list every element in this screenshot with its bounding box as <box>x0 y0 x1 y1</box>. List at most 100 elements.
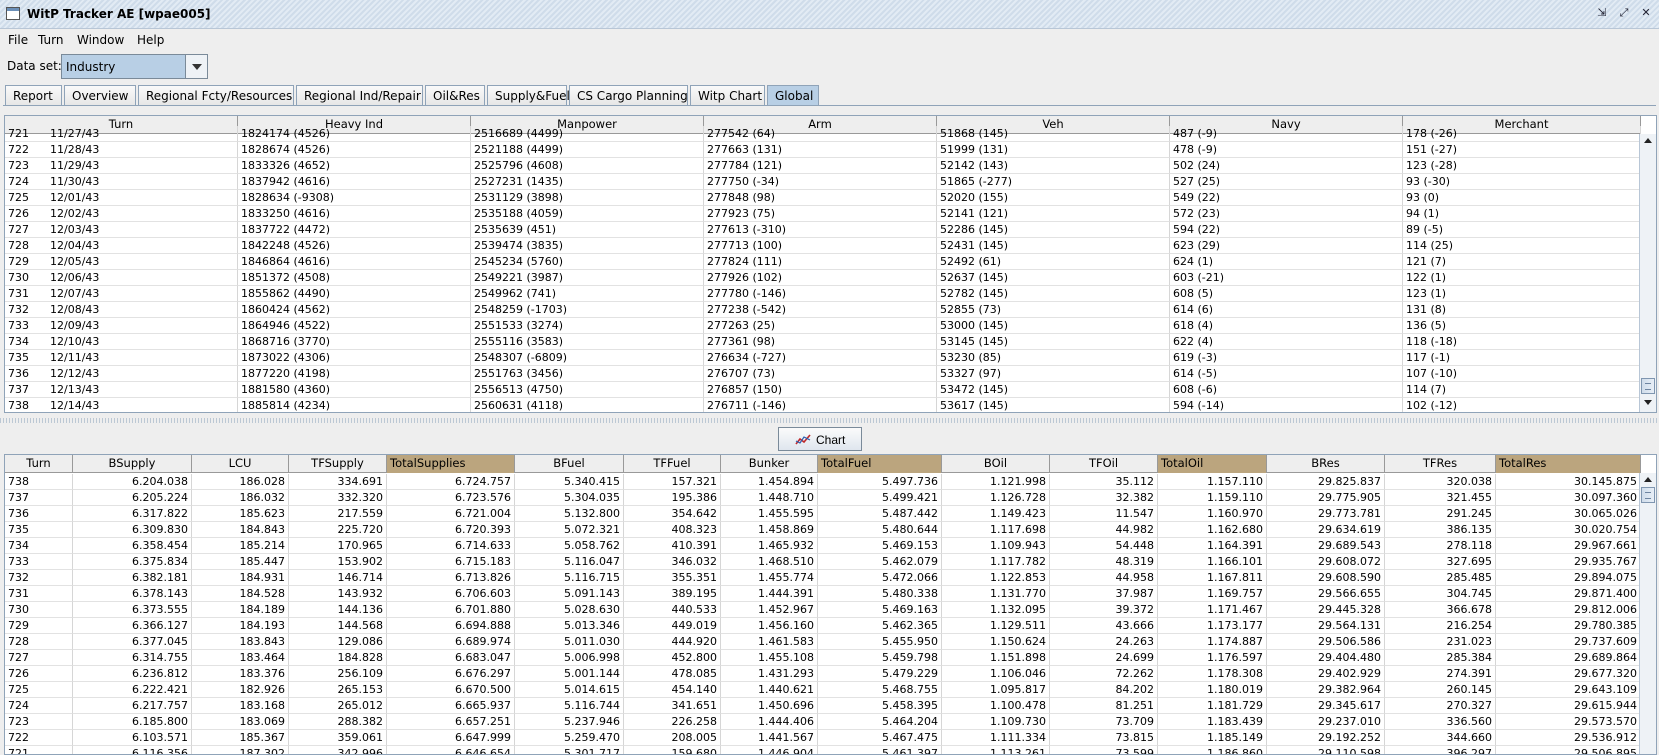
table-row[interactable]: 736 12/12/43 1877220 (4198) 2551763 (3456) 2… <box>5 366 1641 382</box>
tab-global[interactable]: Global <box>767 85 819 106</box>
table-cell: 608 (-6) <box>1170 382 1403 398</box>
scroll-down-icon[interactable] <box>1640 396 1656 410</box>
menu-bar: File Turn Window Help <box>0 29 1659 52</box>
table-row[interactable]: 738 6.204.038 186.028 334.691 6.724.757 5.340… <box>5 474 1641 490</box>
table-cell: 5.467.475 <box>818 730 942 746</box>
tab-regional-ind-repair[interactable]: Regional Ind/Repair <box>296 85 423 106</box>
table-cell: 29.402.929 <box>1267 666 1385 682</box>
table-row[interactable]: 732 12/08/43 1860424 (4562) 2548259 (-1703)… <box>5 302 1641 318</box>
table-row[interactable]: 735 6.309.830 184.843 225.720 6.720.393 5.072… <box>5 522 1641 538</box>
menu-turn[interactable]: Turn <box>38 33 63 47</box>
tab-report[interactable]: Report <box>5 85 62 106</box>
table-cell: 549 (22) <box>1170 190 1403 206</box>
table-cell: 6.706.603 <box>387 586 515 602</box>
table-cell: 29.773.781 <box>1267 506 1385 522</box>
table-row[interactable]: 730 12/06/43 1851372 (4508) 2549221 (3987) 2… <box>5 270 1641 286</box>
tab-cs-cargo-planning[interactable]: CS Cargo Planning <box>569 85 688 106</box>
table-row[interactable]: 735 12/11/43 1873022 (4306) 2548307 (-6809)… <box>5 350 1641 366</box>
column-header-tfsupply[interactable]: TFSupply <box>289 455 387 473</box>
turn-cell: 735 <box>5 522 73 538</box>
table-row[interactable]: 729 12/05/43 1846864 (4616) 2545234 (5760) 2… <box>5 254 1641 270</box>
scroll-up-icon[interactable] <box>1640 473 1656 487</box>
table-row[interactable]: 724 6.217.757 183.168 265.012 6.665.937 5.116… <box>5 698 1641 714</box>
table-row[interactable]: 737 12/13/43 1881580 (4360) 2556513 (4750) 2… <box>5 382 1641 398</box>
table-row[interactable]: 731 12/07/43 1855862 (4490) 2549962 (741) 27… <box>5 286 1641 302</box>
scroll-thumb[interactable] <box>1641 487 1655 503</box>
restore-window-icon[interactable]: ⇲ <box>1593 5 1611 22</box>
column-header-bunker[interactable]: Bunker <box>721 455 818 473</box>
table-row[interactable]: 733 12/09/43 1864946 (4522) 2551533 (3274) 2… <box>5 318 1641 334</box>
table-cell: 29.689.543 <box>1267 538 1385 554</box>
table-row[interactable]: 721 6.116.356 187.302 342.996 6.646.654 5.301… <box>5 746 1641 754</box>
table-cell: 1.458.869 <box>721 522 818 538</box>
table-row[interactable]: 725 6.222.421 182.926 265.153 6.670.500 5.014… <box>5 682 1641 698</box>
table-cell: 30.020.754 <box>1496 522 1641 538</box>
column-header-bfuel[interactable]: BFuel <box>515 455 624 473</box>
dataset-select[interactable]: Industry <box>61 54 208 79</box>
tab-witp-chart[interactable]: Witp Chart <box>690 85 765 106</box>
chart-button[interactable]: Chart <box>778 427 862 451</box>
supply-table-scrollbar[interactable] <box>1639 473 1656 754</box>
table-row[interactable]: 736 6.317.822 185.623 217.559 6.721.004 5.132… <box>5 506 1641 522</box>
table-row[interactable]: 734 12/10/43 1868716 (3770) 2555116 (3583) 2… <box>5 334 1641 350</box>
table-cell: 277663 (131) <box>704 142 937 158</box>
table-cell: 1868716 (3770) <box>238 334 471 350</box>
column-header-turn[interactable]: Turn <box>5 455 73 473</box>
close-window-icon[interactable]: ✕ <box>1637 5 1655 22</box>
scroll-up-icon[interactable] <box>1640 134 1656 148</box>
table-row[interactable]: 724 11/30/43 1837942 (4616) 2527231 (1435) 2… <box>5 174 1641 190</box>
table-row[interactable]: 733 6.375.834 185.447 153.902 6.715.183 5.116… <box>5 554 1641 570</box>
table-cell: 341.651 <box>624 698 721 714</box>
menu-window[interactable]: Window <box>77 33 124 47</box>
table-row[interactable]: 729 6.366.127 184.193 144.568 6.694.888 5.013… <box>5 618 1641 634</box>
table-cell: 52141 (121) <box>937 206 1170 222</box>
turn-cell: 731 <box>5 586 73 602</box>
table-cell: 73.815 <box>1050 730 1158 746</box>
column-header-totalsupplies[interactable]: TotalSupplies <box>387 455 515 473</box>
table-row[interactable]: 722 11/28/43 1828674 (4526) 2521188 (4499) 2… <box>5 142 1641 158</box>
table-row[interactable]: 727 12/03/43 1837722 (4472) 2535639 (451) 27… <box>5 222 1641 238</box>
split-pane-divider[interactable] <box>0 418 1659 423</box>
table-row[interactable]: 737 6.205.224 186.032 332.320 6.723.576 5.304… <box>5 490 1641 506</box>
table-row[interactable]: 730 6.373.555 184.189 144.136 6.701.880 5.028… <box>5 602 1641 618</box>
tab-supply-fuel[interactable]: Supply&Fuel <box>487 85 570 106</box>
table-row[interactable]: 725 12/01/43 1828634 (-9308) 2531129 (3898)… <box>5 190 1641 206</box>
table-row[interactable]: 726 12/02/43 1833250 (4616) 2535188 (4059) 2… <box>5 206 1641 222</box>
table-row[interactable]: 728 12/04/43 1842248 (4526) 2539474 (3835) 2… <box>5 238 1641 254</box>
industry-table-scrollbar[interactable] <box>1639 134 1656 412</box>
menu-file[interactable]: File <box>8 33 28 47</box>
table-row[interactable]: 723 6.185.800 183.069 288.382 6.657.251 5.237… <box>5 714 1641 730</box>
table-cell: 146.714 <box>289 570 387 586</box>
turn-cell: 732 12/08/43 <box>5 302 238 318</box>
table-row[interactable]: 726 6.236.812 183.376 256.109 6.676.297 5.001… <box>5 666 1641 682</box>
column-header-totaloil[interactable]: TotalOil <box>1158 455 1267 473</box>
table-row[interactable]: 728 6.377.045 183.843 129.086 6.689.974 5.011… <box>5 634 1641 650</box>
menu-help[interactable]: Help <box>137 33 164 47</box>
tab-regional-fcty-resources[interactable]: Regional Fcty/Resources <box>138 85 294 106</box>
column-header-bsupply[interactable]: BSupply <box>73 455 192 473</box>
column-header-totalfuel[interactable]: TotalFuel <box>818 455 942 473</box>
scroll-thumb[interactable] <box>1641 378 1655 394</box>
column-header-boil[interactable]: BOil <box>942 455 1050 473</box>
column-header-tfoil[interactable]: TFOil <box>1050 455 1158 473</box>
column-header-tffuel[interactable]: TFFuel <box>624 455 721 473</box>
tab-overview[interactable]: Overview <box>64 85 136 106</box>
column-header-totalres[interactable]: TotalRes <box>1496 455 1641 473</box>
column-header-tfres[interactable]: TFRes <box>1385 455 1496 473</box>
table-row[interactable]: 734 6.358.454 185.214 170.965 6.714.633 5.058… <box>5 538 1641 554</box>
maximize-window-icon[interactable]: ⤢ <box>1615 5 1633 22</box>
chevron-down-icon[interactable] <box>185 55 207 78</box>
table-row[interactable]: 722 6.103.571 185.367 359.061 6.647.999 5.259… <box>5 730 1641 746</box>
table-cell: 6.670.500 <box>387 682 515 698</box>
table-cell: 53000 (145) <box>937 318 1170 334</box>
column-header-bres[interactable]: BRes <box>1267 455 1385 473</box>
table-row[interactable]: 731 6.378.143 184.528 143.932 6.706.603 5.091… <box>5 586 1641 602</box>
column-header-lcu[interactable]: LCU <box>192 455 289 473</box>
table-row[interactable]: 721 11/27/43 1824174 (4526) 2516689 (4499) 2… <box>5 126 1641 142</box>
tab-oil-res[interactable]: Oil&Res <box>425 85 485 106</box>
table-row[interactable]: 738 12/14/43 1885814 (4234) 2560631 (4118) 2… <box>5 398 1641 412</box>
table-cell: 410.391 <box>624 538 721 554</box>
table-row[interactable]: 727 6.314.755 183.464 184.828 6.683.047 5.006… <box>5 650 1641 666</box>
table-row[interactable]: 723 11/29/43 1833326 (4652) 2525796 (4608) 2… <box>5 158 1641 174</box>
table-row[interactable]: 732 6.382.181 184.931 146.714 6.713.826 5.116… <box>5 570 1641 586</box>
